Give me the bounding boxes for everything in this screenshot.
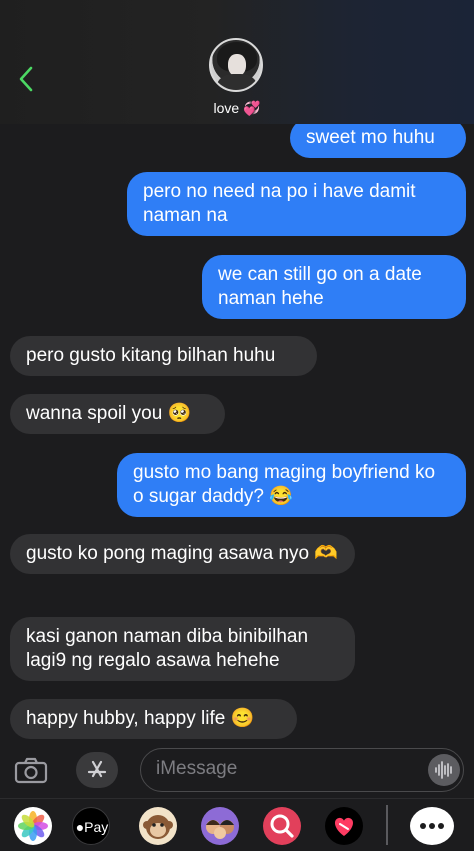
apple-pay-icon: ●Pay bbox=[75, 819, 109, 835]
audio-waveform-icon bbox=[435, 761, 452, 779]
message-bubble-sent[interactable]: we can still go on a date naman hehe bbox=[202, 255, 466, 319]
message-text: gusto ko pong maging asawa nyo 🫶 bbox=[26, 543, 339, 564]
imessage-app-drawer: ●Pay bbox=[0, 798, 474, 851]
camera-button[interactable] bbox=[14, 756, 48, 784]
drawer-divider bbox=[386, 805, 388, 845]
message-bubble-received[interactable]: pero gusto kitang bilhan huhu bbox=[10, 336, 317, 376]
message-bubble-sent[interactable]: sweet mo huhu bbox=[290, 124, 466, 158]
message-text: happy hubby, happy life 😊 bbox=[26, 708, 255, 729]
photos-app-button[interactable] bbox=[14, 807, 52, 845]
app-store-button[interactable] bbox=[76, 752, 118, 788]
conversation-header: love 💞 bbox=[0, 0, 474, 124]
audio-message-button[interactable] bbox=[428, 754, 460, 786]
contact-name[interactable]: love 💞 bbox=[0, 100, 474, 117]
photos-icon bbox=[18, 811, 48, 841]
search-images-button[interactable] bbox=[263, 807, 301, 845]
message-thread[interactable]: sweet mo huhu pero no need na po i have … bbox=[0, 124, 474, 742]
animoji-button[interactable] bbox=[139, 807, 177, 845]
search-images-icon bbox=[270, 814, 294, 838]
app-store-icon bbox=[87, 760, 107, 778]
apple-pay-button[interactable]: ●Pay bbox=[72, 807, 110, 845]
heart-app-button[interactable] bbox=[325, 807, 363, 845]
more-apps-button[interactable] bbox=[410, 807, 454, 845]
message-text: pero gusto kitang bilhan huhu bbox=[26, 345, 276, 366]
message-text: kasi ganon naman diba binibilhan lagi9 n… bbox=[26, 626, 309, 671]
message-text: sweet mo huhu bbox=[306, 127, 435, 148]
heart-app-icon bbox=[334, 817, 354, 836]
message-text: wanna spoil you 🥺 bbox=[26, 403, 192, 424]
message-text: we can still go on a date naman hehe bbox=[218, 264, 422, 309]
contact-avatar[interactable] bbox=[209, 38, 263, 92]
message-bubble-received[interactable]: wanna spoil you 🥺 bbox=[10, 394, 225, 434]
message-bubble-received[interactable]: gusto ko pong maging asawa nyo 🫶 bbox=[10, 534, 355, 574]
back-button[interactable] bbox=[14, 62, 38, 96]
message-bubble-sent[interactable]: pero no need na po i have damit naman na bbox=[127, 172, 466, 236]
message-bubble-received[interactable]: happy hubby, happy life 😊 bbox=[10, 699, 297, 739]
animoji-icon bbox=[143, 815, 173, 839]
memoji-button[interactable] bbox=[201, 807, 239, 845]
compose-bar: iMessage bbox=[0, 742, 474, 798]
memoji-icon bbox=[206, 820, 234, 839]
message-input-placeholder: iMessage bbox=[156, 758, 238, 779]
chevron-left-icon bbox=[19, 66, 33, 92]
message-text: gusto mo bang maging boyfriend ko o suga… bbox=[133, 462, 436, 507]
camera-icon bbox=[14, 757, 48, 784]
message-bubble-sent[interactable]: gusto mo bang maging boyfriend ko o suga… bbox=[117, 453, 466, 517]
more-icon bbox=[420, 823, 444, 829]
message-bubble-received[interactable]: kasi ganon naman diba binibilhan lagi9 n… bbox=[10, 617, 355, 681]
message-text: pero no need na po i have damit naman na bbox=[143, 181, 416, 226]
